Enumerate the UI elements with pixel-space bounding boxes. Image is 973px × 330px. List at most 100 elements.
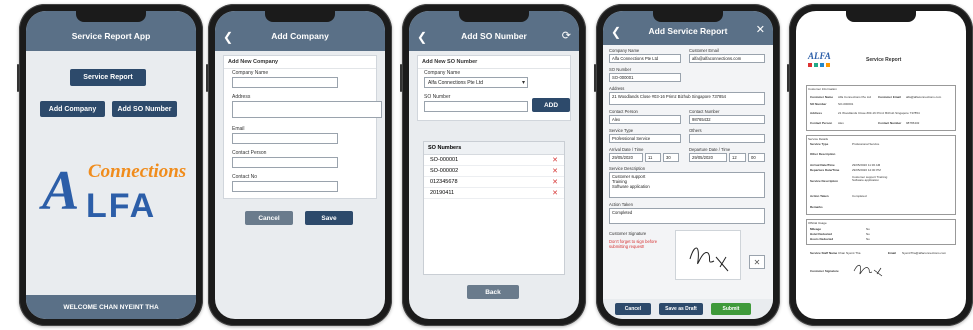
add-company-button[interactable]: Add Company (40, 101, 105, 117)
save-draft-button[interactable]: Save as Draft (659, 303, 703, 315)
phone-notch (846, 10, 916, 22)
contact-no-label: Contact No (232, 174, 258, 180)
service-type-select[interactable]: Professional Service (609, 134, 681, 143)
cancel-button[interactable]: Cancel (245, 211, 293, 225)
service-report-button[interactable]: Service Report (70, 69, 146, 86)
submit-button[interactable]: Submit (711, 303, 751, 315)
so-form: Add New SO Number Company Name Alfa Conn… (417, 55, 571, 121)
departure-hour-select[interactable]: 12 (729, 153, 746, 162)
arrival-value: 29/05/2020 11:30 AM (852, 163, 881, 167)
address-label: Address (609, 86, 625, 91)
customer-info-heading: Customer Information (808, 87, 837, 91)
cancel-button[interactable]: Cancel (615, 303, 651, 315)
hours-label: Hours Deducted (810, 237, 834, 241)
contact-person-label: Contact Person (609, 109, 638, 114)
contact-person-input[interactable] (232, 157, 338, 168)
service-description-input[interactable]: Customer support Training Software appli… (609, 172, 765, 198)
save-button[interactable]: Save (305, 211, 353, 225)
departure-label: Departure Date / Time (689, 147, 731, 152)
company-name-input[interactable] (232, 77, 338, 88)
email-input[interactable] (232, 133, 338, 144)
departure-date-value: 29/05/2020 (692, 155, 713, 160)
partner-logo-icon (814, 63, 818, 67)
list-item: 20190411 ✕ (424, 188, 564, 199)
others-input[interactable] (689, 134, 765, 143)
delete-icon[interactable]: ✕ (552, 167, 558, 175)
signature-pad[interactable] (675, 230, 741, 280)
report-document: ALFA Service Report Customer Information… (806, 45, 956, 305)
back-chevron-icon[interactable]: ❮ (223, 30, 233, 44)
company-select-value: Alfa Connections Pte Ltd (428, 79, 484, 86)
departure-minute-select[interactable]: 00 (748, 153, 765, 162)
doc-logo: ALFA (808, 51, 831, 61)
arrival-hour-value: 11 (648, 155, 653, 160)
customer-email-input[interactable]: alfa@alfaconnections.com (689, 54, 765, 63)
customer-name-label: Customer Name (810, 95, 834, 99)
service-type-value: Professional Service (612, 136, 651, 141)
so-label: SO Number (810, 102, 827, 106)
add-so-number-button[interactable]: Add SO Number (112, 101, 177, 117)
service-report-screen: ❮ Add Service Report ✕ Company Name Alfa… (603, 11, 773, 319)
page-title: Add Service Report (648, 26, 728, 36)
arrival-date-value: 29/05/2020 (612, 155, 633, 160)
signature-warning: Don't forget to sign before submitting r… (609, 239, 658, 249)
contact-person-input[interactable]: Alex (609, 115, 681, 124)
service-desc-value: Customer support Training Software appli… (852, 175, 888, 183)
action-value: Completed (852, 194, 867, 198)
close-icon[interactable]: ✕ (756, 23, 765, 36)
so-item-text: 20190411 (430, 190, 455, 196)
departure-minute-value: 00 (751, 155, 756, 160)
so-item-text: 012345678 (430, 179, 458, 185)
back-chevron-icon[interactable]: ❮ (417, 30, 427, 44)
back-button[interactable]: Back (467, 285, 519, 299)
customer-name-value: Alfa Connections Pte Ltd (838, 95, 872, 99)
hours-value: No (866, 237, 870, 241)
home-screen: Service Report App Service Report Add Co… (26, 11, 196, 319)
clear-signature-icon[interactable]: ✕ (749, 255, 765, 269)
departure-hour-value: 12 (732, 155, 737, 160)
delete-icon[interactable]: ✕ (552, 156, 558, 164)
arrival-minute-select[interactable]: 30 (663, 153, 679, 162)
doc-logo-lfa: LFA (814, 51, 831, 61)
company-name-label: Company Name (424, 70, 461, 76)
contact-number-label: Contact Number (689, 109, 720, 114)
departure-label: Departure Date/Time (810, 168, 840, 172)
customer-signature-label: Customer Signature (810, 269, 839, 273)
departure-date-input[interactable]: 29/05/2020 (689, 153, 727, 162)
so-number-input[interactable] (424, 101, 528, 112)
action-taken-input[interactable]: Completed (609, 208, 765, 224)
address-label: Address (232, 94, 251, 100)
so-number-select[interactable]: SO-000001 (609, 73, 681, 82)
contact-person-label: Contact Person (232, 150, 267, 156)
app-title: Service Report App (71, 31, 151, 41)
signature-image-icon (853, 264, 883, 277)
address-input[interactable] (232, 101, 382, 118)
contact-no-input[interactable] (232, 181, 338, 192)
phone-notch (459, 10, 529, 22)
report-preview-screen: ALFA Service Report Customer Information… (796, 11, 966, 319)
company-value: Alfa Connections Pte Ltd (612, 56, 659, 61)
partner-logos (808, 63, 848, 67)
service-type-label: Service Type (810, 142, 829, 146)
arrival-minute-value: 30 (666, 155, 671, 160)
delete-icon[interactable]: ✕ (552, 189, 558, 197)
list-item: SO-000002 ✕ (424, 166, 564, 177)
add-button[interactable]: ADD (532, 98, 570, 112)
company-select[interactable]: Alfa Connections Pte Ltd (609, 54, 681, 63)
arrival-date-input[interactable]: 29/05/2020 (609, 153, 643, 162)
phone-home: Service Report App Service Report Add Co… (17, 4, 203, 326)
delete-icon[interactable]: ✕ (552, 178, 558, 186)
address-input[interactable]: 21 Woodlands Close #03-16 Primz Bizhub S… (609, 92, 765, 105)
logo-letter-a: A (42, 160, 79, 222)
back-chevron-icon[interactable]: ❮ (611, 25, 621, 39)
contact-number-input[interactable]: 98765432 (689, 115, 765, 124)
service-type-label: Service Type (609, 128, 634, 133)
service-description-label: Service Description (609, 166, 646, 171)
refresh-icon[interactable]: ⟳ (562, 29, 571, 42)
partner-logo-icon (826, 63, 830, 67)
departure-value: 29/05/2020 12:00 PM (852, 168, 881, 172)
chevron-down-icon: ▾ (521, 80, 525, 86)
arrival-hour-select[interactable]: 11 (645, 153, 661, 162)
service-details-heading: Service Details (808, 137, 829, 141)
company-select[interactable]: Alfa Connections Pte Ltd ▾ (424, 77, 528, 88)
